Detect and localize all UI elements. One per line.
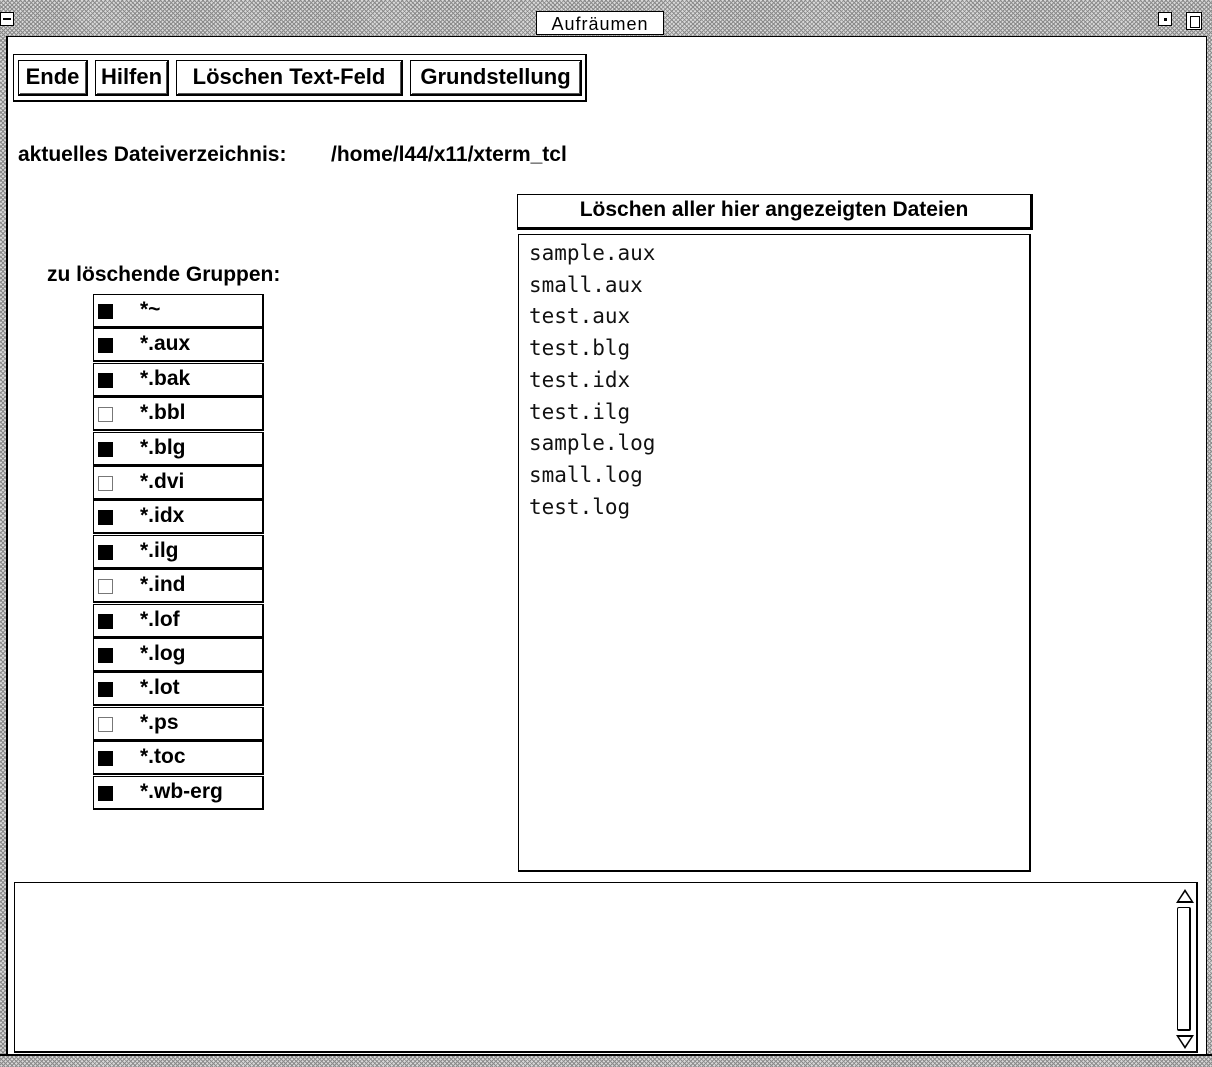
vertical-scrollbar[interactable] [1176,889,1194,1049]
checkbox-checked-icon[interactable] [98,304,113,319]
checkbox-checked-icon[interactable] [98,613,113,629]
groups-heading: zu löschende Gruppen: [47,263,281,286]
group-checkbutton[interactable]: *.blg [93,431,264,466]
group-label: *.blg [140,435,186,459]
checkbox-unchecked-icon[interactable] [98,407,113,423]
window-border-bottom[interactable] [0,1054,1212,1067]
group-checkbutton[interactable]: *.toc [93,741,264,776]
checkbox-checked-icon[interactable] [98,338,113,354]
scrollbar-thumb[interactable] [1177,907,1191,1031]
group-checkbutton[interactable]: *.ind [93,569,264,604]
checkbox-checked-icon[interactable] [98,441,113,457]
group-label: *.lot [140,676,180,700]
group-checkbutton[interactable]: *.dvi [93,466,264,500]
maximize-icon[interactable] [1186,12,1202,30]
checkbox-unchecked-icon[interactable] [98,579,113,595]
group-label: *.lof [140,607,180,631]
list-item[interactable]: test.blg [529,333,1029,365]
group-label: *.bak [140,366,191,390]
group-label: *.ind [140,573,186,597]
group-label: *.log [140,642,186,665]
scroll-up-arrow-icon[interactable] [1176,889,1194,903]
checkbox-checked-icon[interactable] [98,648,113,663]
hilfen-button[interactable]: Hilfen [95,60,169,96]
list-item[interactable]: sample.log [529,428,1029,460]
group-checkbutton[interactable]: *.bbl [93,397,264,432]
group-label: *.toc [140,745,186,769]
group-checkbutton[interactable]: *.lof [93,603,264,638]
group-checkbutton[interactable]: *.lot [93,672,264,707]
delete-all-button[interactable]: Löschen aller hier angezeigten Dateien [517,194,1033,230]
list-item[interactable]: test.log [529,492,1029,524]
checkbox-unchecked-icon[interactable] [98,716,113,732]
group-checkbutton[interactable]: *.ps [93,706,264,741]
list-item[interactable]: small.aux [529,270,1029,302]
group-checkbutton[interactable]: *~ [93,294,264,328]
checkbox-unchecked-icon[interactable] [98,476,113,491]
group-label: *.wb-erg [140,779,223,803]
clear-textfield-button[interactable]: Löschen Text-Feld [176,60,403,96]
ende-button[interactable]: Ende [18,60,88,96]
group-label: *.bbl [140,401,186,425]
group-label: *~ [140,298,161,321]
scroll-down-arrow-icon[interactable] [1176,1035,1194,1049]
reset-button[interactable]: Grundstellung [410,60,582,96]
group-checkbutton[interactable]: *.log [93,638,264,672]
file-listbox[interactable]: sample.aux small.aux test.aux test.blg test.… [518,234,1031,872]
checkbox-checked-icon[interactable] [98,785,113,801]
group-checkbutton[interactable]: *.idx [93,500,264,535]
list-item[interactable]: test.idx [529,365,1029,397]
checkbox-checked-icon[interactable] [98,682,113,698]
list-item[interactable]: test.aux [529,301,1029,333]
group-checkbutton[interactable]: *.wb-erg [93,775,264,810]
directory-path: /home/l44/x11/xterm_tcl [331,143,567,166]
group-label: *.aux [140,332,191,356]
group-label: *.idx [140,504,185,528]
window-title: Aufräumen [536,11,664,35]
window-border-left[interactable] [0,36,8,1067]
checkbox-checked-icon[interactable] [98,372,113,388]
window-menu-icon[interactable] [0,12,14,26]
directory-label: aktuelles Dateiverzeichnis: [18,143,287,166]
list-item[interactable]: test.ilg [529,397,1029,429]
checkbox-checked-icon[interactable] [98,544,113,560]
group-checkbutton[interactable]: *.aux [93,328,264,363]
list-item[interactable]: small.log [529,460,1029,492]
group-label: *.dvi [140,470,185,493]
title-bar[interactable]: Aufräumen [0,0,1212,37]
group-label: *.ps [140,710,179,734]
checkbox-checked-icon[interactable] [98,510,113,526]
output-text-area[interactable] [14,882,1198,1053]
checkbox-checked-icon[interactable] [98,751,113,767]
window-border-right[interactable] [1206,36,1212,1067]
group-checkbutton[interactable]: *.bak [93,362,264,397]
group-label: *.ilg [140,538,179,562]
list-item[interactable]: sample.aux [529,238,1029,270]
group-checkbutton[interactable]: *.ilg [93,534,264,569]
minimize-icon[interactable] [1158,12,1172,26]
